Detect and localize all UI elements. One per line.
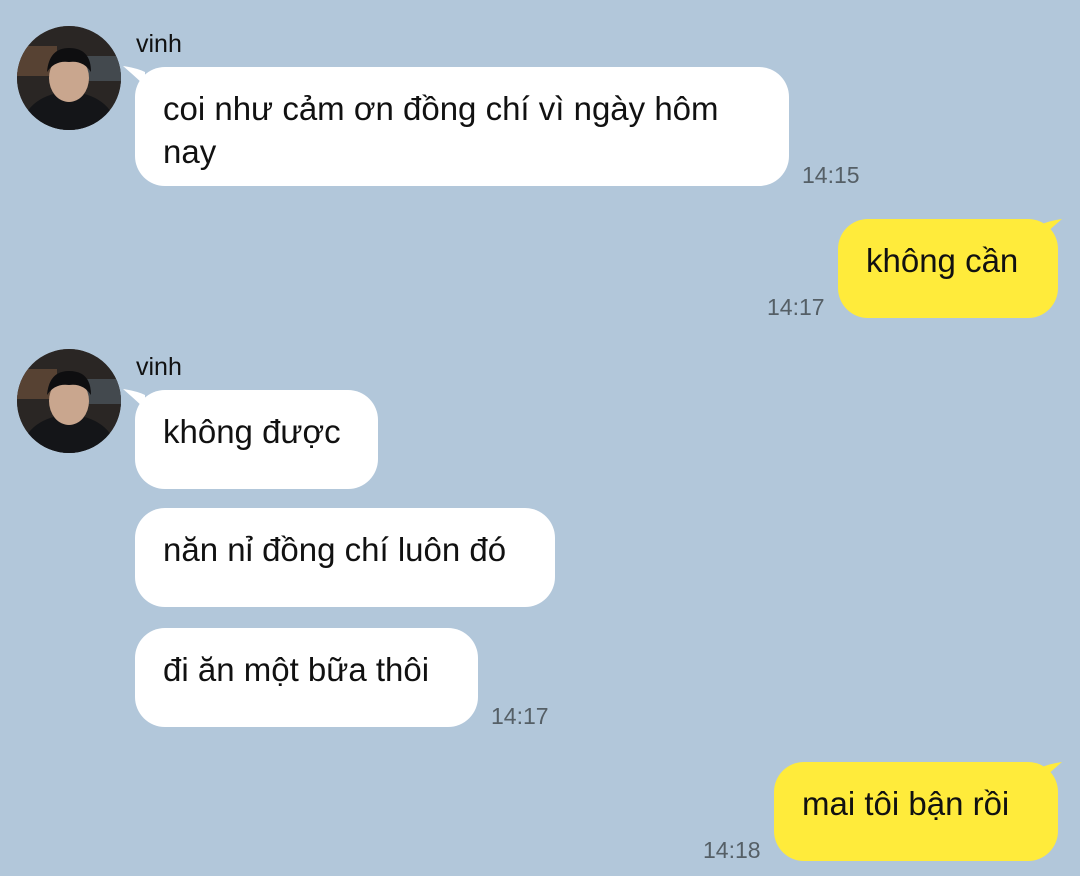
message-text: năn nỉ đồng chí luôn đó [163,531,507,568]
bubble-tail [1040,219,1062,239]
message-text: mai tôi bận rồi [802,785,1010,822]
avatar[interactable] [17,349,121,453]
message-time: 14:18 [703,837,761,863]
avatar-photo [17,349,121,453]
avatar[interactable] [17,26,121,130]
message-time: 14:17 [491,703,549,729]
message-bubble-outgoing[interactable]: không cần [838,219,1058,318]
message-bubble-incoming[interactable]: coi như cảm ơn đồng chí vì ngày hôm nay [135,67,789,186]
sender-name: vinh [136,353,182,381]
message-bubble-incoming[interactable]: không được [135,390,378,489]
avatar-photo [17,26,121,130]
sender-name: vinh [136,30,182,58]
message-bubble-incoming[interactable]: đi ăn một bữa thôi [135,628,478,727]
message-time: 14:15 [802,162,860,188]
message-text: coi như cảm ơn đồng chí vì ngày hôm nay [163,90,719,170]
message-bubble-outgoing[interactable]: mai tôi bận rồi [774,762,1058,861]
message-time: 14:17 [767,294,825,320]
message-text: không cần [866,242,1019,279]
message-bubble-incoming[interactable]: năn nỉ đồng chí luôn đó [135,508,555,607]
bubble-tail [1040,762,1062,782]
message-text: không được [163,413,341,450]
message-text: đi ăn một bữa thôi [163,651,430,688]
